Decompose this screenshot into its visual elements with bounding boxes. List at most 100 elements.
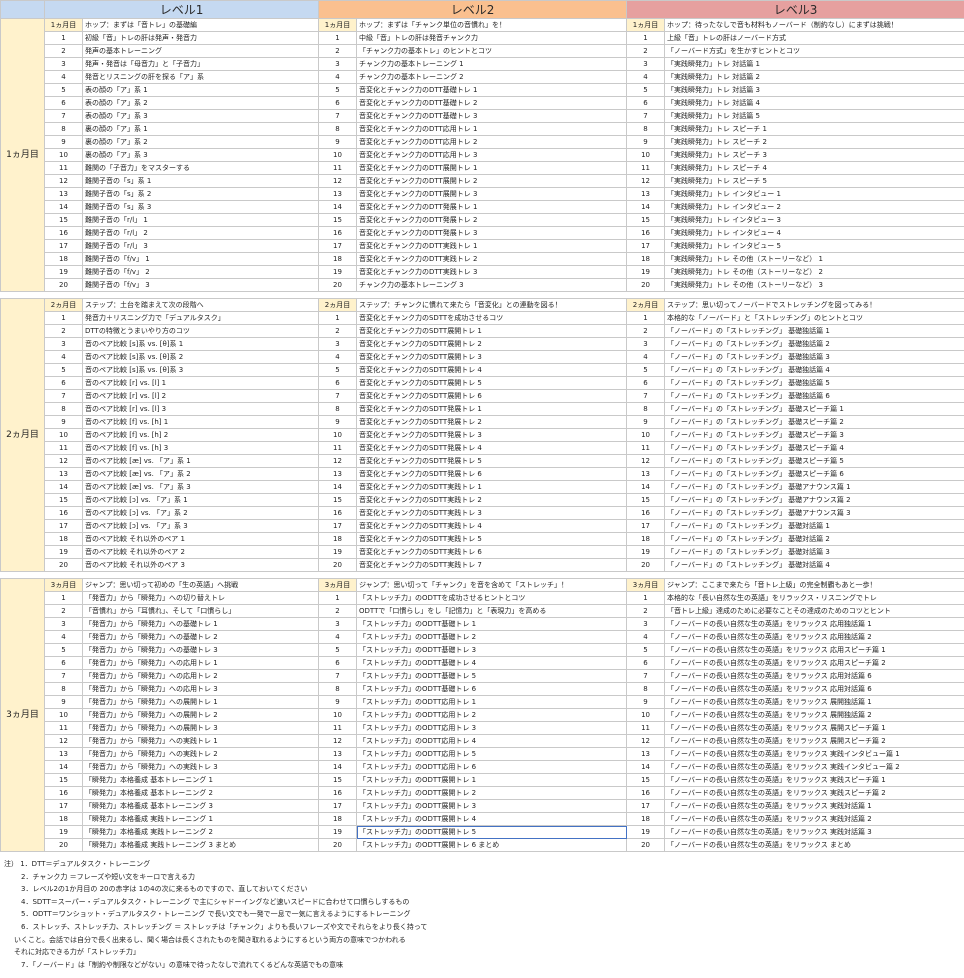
- lesson-title-cell[interactable]: 「実践瞬発力」トレ インタビュー 3: [664, 213, 964, 227]
- lesson-number-cell[interactable]: 5: [626, 83, 666, 97]
- lesson-number-cell[interactable]: 10: [44, 708, 83, 722]
- lesson-number-cell[interactable]: 19: [626, 825, 666, 839]
- lesson-number-cell[interactable]: 17: [44, 239, 83, 253]
- lesson-title-cell[interactable]: 音変化とチャンク力のDTT実践トレ 1: [356, 239, 628, 253]
- lesson-title-cell[interactable]: 音変化とチャンク力のSDTT発展トレ 1: [356, 402, 628, 416]
- lesson-title-cell[interactable]: 上級「音」トレの肝はノーバード方式: [664, 31, 964, 45]
- lesson-title-cell[interactable]: 「ストレッチ力」のODTT基礎トレ 1: [356, 617, 628, 631]
- lesson-title-cell[interactable]: 音変化とチャンク力のDTT応用トレ 3: [356, 148, 628, 162]
- lesson-number-cell[interactable]: 14: [44, 480, 83, 494]
- lesson-number-cell[interactable]: 5: [44, 363, 83, 377]
- lesson-number-cell[interactable]: 9: [44, 135, 83, 149]
- lesson-number-cell[interactable]: 10: [626, 708, 666, 722]
- lesson-number-cell[interactable]: 20: [626, 278, 666, 292]
- lesson-title-cell[interactable]: 初級「音」トレの肝は発声・発音力: [81, 31, 320, 45]
- lesson-number-cell[interactable]: 16: [44, 786, 83, 800]
- lesson-number-cell[interactable]: 14: [626, 760, 666, 774]
- lesson-title-cell[interactable]: 音のペア比較 [æ] vs. 「ア」系 1: [81, 454, 320, 468]
- lesson-number-cell[interactable]: 20: [44, 278, 83, 292]
- lesson-number-cell[interactable]: 8: [626, 122, 666, 136]
- lesson-title-cell[interactable]: 「ノーバード」の「ストレッチング」 基礎対話篇 3: [664, 545, 964, 559]
- lesson-number-cell[interactable]: 4: [44, 70, 83, 84]
- lesson-title-cell[interactable]: 「ストレッチ力」のODTT基礎トレ 4: [356, 656, 628, 670]
- lesson-title-cell[interactable]: 「ノーバード」の「ストレッチング」 基礎スピーチ篇 1: [664, 402, 964, 416]
- column-month-cell[interactable]: 1ヵ月目: [626, 18, 666, 32]
- lesson-title-cell[interactable]: 「ストレッチ力」のODTT基礎トレ 5: [356, 669, 628, 683]
- lesson-number-cell[interactable]: 3: [626, 57, 666, 71]
- lesson-title-cell[interactable]: 「ストレッチ力」のODTTを成功させるヒントとコツ: [356, 591, 628, 605]
- lesson-number-cell[interactable]: 19: [626, 265, 666, 279]
- lesson-title-cell[interactable]: 「実践瞬発力」トレ 対話篇 2: [664, 70, 964, 84]
- lesson-number-cell[interactable]: 1: [318, 311, 358, 325]
- lesson-title-cell[interactable]: 音変化とチャンク力のDTT基礎トレ 2: [356, 96, 628, 110]
- lesson-title-cell[interactable]: 「瞬発力」本格養成 実践トレーニング 3 まとめ: [81, 838, 320, 852]
- lesson-number-cell[interactable]: 8: [626, 682, 666, 696]
- lesson-title-cell[interactable]: 「ストレッチ力」のODTT応用トレ 1: [356, 695, 628, 709]
- lesson-title-cell[interactable]: 音変化とチャンク力のSDTT発展トレ 3: [356, 428, 628, 442]
- lesson-title-cell[interactable]: 「ノーバードの長い自然な生の英語」をリラックス 実践対話篇 2: [664, 812, 964, 826]
- lesson-title-cell[interactable]: 音のペア比較 それ以外のペア 2: [81, 545, 320, 559]
- lesson-title-cell[interactable]: 音変化とチャンク力のSDTTを成功させるコツ: [356, 311, 628, 325]
- lesson-number-cell[interactable]: 9: [44, 695, 83, 709]
- lesson-title-cell[interactable]: 「実践瞬発力」トレ スピーチ 3: [664, 148, 964, 162]
- lesson-number-cell[interactable]: 2: [626, 604, 666, 618]
- lesson-title-cell[interactable]: 「ノーバード」の「ストレッチング」 基礎スピーチ篇 4: [664, 441, 964, 455]
- lesson-number-cell[interactable]: 9: [44, 415, 83, 429]
- lesson-number-cell[interactable]: 6: [318, 376, 358, 390]
- lesson-title-cell[interactable]: 本格的な「ノーバード」と「ストレッチング」のヒントとコツ: [664, 311, 964, 325]
- lesson-number-cell[interactable]: 19: [44, 545, 83, 559]
- lesson-number-cell[interactable]: 13: [626, 467, 666, 481]
- lesson-number-cell[interactable]: 12: [44, 734, 83, 748]
- lesson-number-cell[interactable]: 1: [626, 311, 666, 325]
- column-stage-title[interactable]: ホップ：待ったなしで音も材料もノーバード（制約なし）にまずは挑戦！: [664, 18, 964, 32]
- lesson-number-cell[interactable]: 12: [626, 454, 666, 468]
- lesson-title-cell[interactable]: 音変化とチャンク力のSDTT展開トレ 6: [356, 389, 628, 403]
- lesson-title-cell[interactable]: 音のペア比較 [f] vs. [h] 1: [81, 415, 320, 429]
- lesson-number-cell[interactable]: 19: [626, 545, 666, 559]
- lesson-title-cell[interactable]: 音変化とチャンク力のSDTT展開トレ 4: [356, 363, 628, 377]
- lesson-number-cell[interactable]: 4: [626, 630, 666, 644]
- lesson-number-cell[interactable]: 2: [44, 324, 83, 338]
- lesson-number-cell[interactable]: 11: [318, 721, 358, 735]
- lesson-title-cell[interactable]: 音変化とチャンク力のDTT発展トレ 1: [356, 200, 628, 214]
- lesson-number-cell[interactable]: 15: [44, 213, 83, 227]
- lesson-title-cell[interactable]: 「発音力」から「瞬発力」への展開トレ 2: [81, 708, 320, 722]
- lesson-number-cell[interactable]: 20: [318, 278, 358, 292]
- lesson-number-cell[interactable]: 16: [318, 226, 358, 240]
- lesson-title-cell[interactable]: 音変化とチャンク力のDTT発展トレ 3: [356, 226, 628, 240]
- lesson-title-cell[interactable]: 「ノーバード」の「ストレッチング」 基礎アナウンス篇 3: [664, 506, 964, 520]
- lesson-number-cell[interactable]: 8: [44, 402, 83, 416]
- lesson-number-cell[interactable]: 1: [318, 591, 358, 605]
- lesson-title-cell[interactable]: 「ノーバードの長い自然な生の英語」をリラックス 実践スピーチ篇 1: [664, 773, 964, 787]
- lesson-number-cell[interactable]: 18: [318, 812, 358, 826]
- lesson-title-cell[interactable]: チャンク力の基本トレーニング 3: [356, 278, 628, 292]
- lesson-title-cell[interactable]: 裏の顔の「ア」系 1: [81, 122, 320, 136]
- lesson-number-cell[interactable]: 3: [44, 57, 83, 71]
- lesson-number-cell[interactable]: 9: [626, 135, 666, 149]
- lesson-title-cell[interactable]: 「発音力」から「瞬発力」への基礎トレ 2: [81, 630, 320, 644]
- lesson-number-cell[interactable]: 3: [626, 617, 666, 631]
- lesson-title-cell[interactable]: 音変化とチャンク力のSDTT実践トレ 4: [356, 519, 628, 533]
- lesson-title-cell[interactable]: 「ストレッチ力」のODTT展開トレ 1: [356, 773, 628, 787]
- lesson-number-cell[interactable]: 7: [626, 109, 666, 123]
- lesson-number-cell[interactable]: 8: [626, 402, 666, 416]
- lesson-number-cell[interactable]: 16: [318, 786, 358, 800]
- lesson-number-cell[interactable]: 10: [626, 148, 666, 162]
- lesson-number-cell[interactable]: 18: [626, 532, 666, 546]
- lesson-number-cell[interactable]: 5: [318, 363, 358, 377]
- lesson-number-cell[interactable]: 20: [318, 558, 358, 572]
- lesson-title-cell[interactable]: 音変化とチャンク力のSDTT実践トレ 5: [356, 532, 628, 546]
- lesson-number-cell[interactable]: 16: [44, 226, 83, 240]
- lesson-title-cell[interactable]: 音変化とチャンク力のDTT発展トレ 2: [356, 213, 628, 227]
- lesson-number-cell[interactable]: 4: [44, 350, 83, 364]
- lesson-title-cell[interactable]: 「ストレッチ力」のODTT展開トレ 6 まとめ: [356, 838, 628, 852]
- lesson-number-cell[interactable]: 14: [318, 760, 358, 774]
- lesson-title-cell[interactable]: 「ノーバード」の「ストレッチング」 基礎スピーチ篇 5: [664, 454, 964, 468]
- lesson-title-cell[interactable]: 「ノーバード方式」を生かすヒントとコツ: [664, 44, 964, 58]
- lesson-number-cell[interactable]: 11: [318, 161, 358, 175]
- lesson-number-cell[interactable]: 1: [626, 31, 666, 45]
- lesson-title-cell[interactable]: 「瞬発力」本格養成 実践トレーニング 1: [81, 812, 320, 826]
- lesson-number-cell[interactable]: 9: [318, 415, 358, 429]
- lesson-number-cell[interactable]: 9: [318, 135, 358, 149]
- section-month-label[interactable]: 2ヵ月目: [0, 298, 45, 572]
